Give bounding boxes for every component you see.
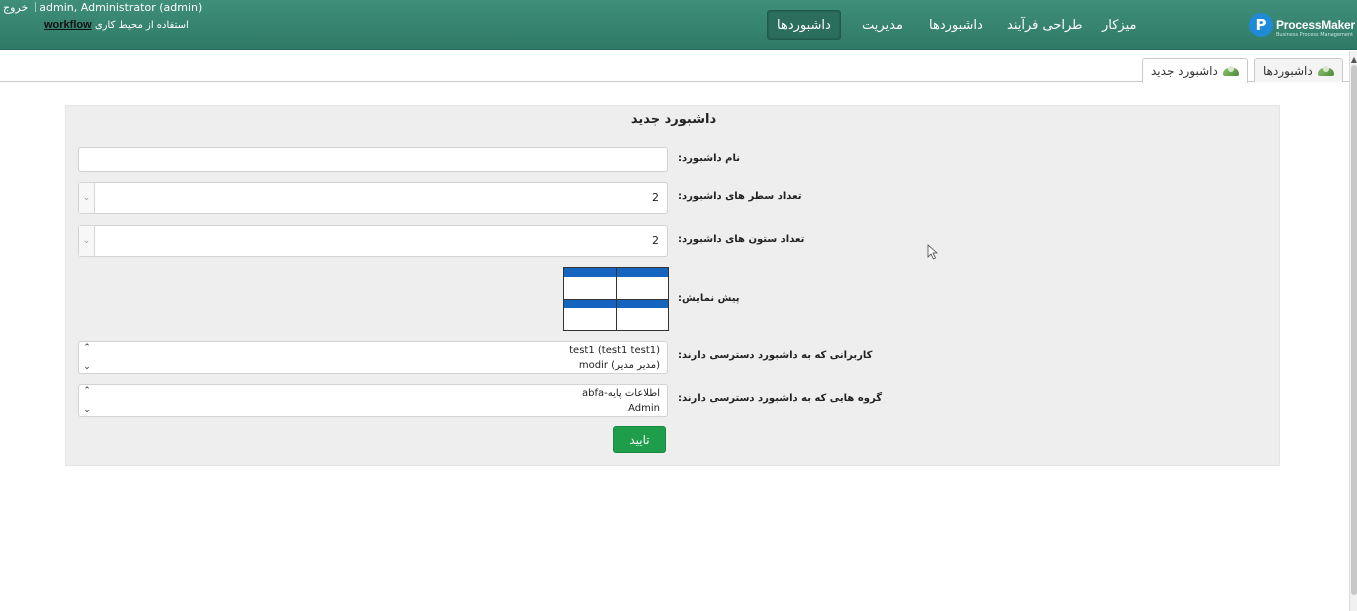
tab-label: داشبوردها xyxy=(1263,63,1313,78)
workspace-link[interactable]: workflow xyxy=(44,19,92,31)
groups-label: گروه هایی که به داشبورد دسترسی دارند: xyxy=(678,393,883,404)
nav-label: میزکار xyxy=(1102,17,1137,33)
nav-label: داشبوردها xyxy=(929,17,983,33)
rows-label: تعداد سطر های داشبورد: xyxy=(678,191,802,202)
logo-text: ProcessMaker xyxy=(1276,18,1355,32)
users-listbox[interactable]: ⌃ ⌄ test1 (test1 test1) modir (مدیر مدیر… xyxy=(78,341,668,374)
tab-dashboards[interactable]: داشبوردها xyxy=(1254,58,1343,82)
list-arrows[interactable]: ⌃ ⌄ xyxy=(79,385,95,416)
workspace-prefix: استفاده از محیط کاری xyxy=(94,20,189,31)
dashboard-name-input[interactable] xyxy=(78,147,668,172)
chevron-down-icon[interactable]: ⌄ xyxy=(79,183,95,213)
logo-icon: P xyxy=(1249,13,1273,37)
vertical-scrollbar[interactable]: ▲ xyxy=(1349,51,1357,611)
dashboard-icon xyxy=(1317,65,1334,76)
cols-value: 2 xyxy=(652,234,659,247)
scroll-up-icon[interactable]: ▲ xyxy=(1350,55,1357,64)
nav-home[interactable]: میزکار xyxy=(1102,10,1137,40)
logo-subtext: Business Process Management xyxy=(1276,32,1354,38)
preview-divider xyxy=(616,268,617,330)
user-label: admin, Administrator (admin) xyxy=(39,0,203,14)
list-item[interactable]: abfa-اطلاعات پایه xyxy=(582,388,660,399)
nav-admin[interactable]: مدیریت xyxy=(862,10,903,40)
nav-label: داشبوردها xyxy=(777,17,831,33)
logout-link[interactable]: خروج xyxy=(0,1,32,14)
layout-preview xyxy=(563,267,669,331)
nav-label: مدیریت xyxy=(862,17,903,33)
rows-combo[interactable]: ⌄ 2 xyxy=(78,182,668,214)
rows-value: 2 xyxy=(652,191,659,204)
users-label: کاربرانی که به داشبورد دسترسی دارند: xyxy=(678,350,873,361)
tab-label: داشبورد جدید xyxy=(1151,64,1218,78)
scroll-thumb[interactable] xyxy=(1351,65,1357,595)
separator xyxy=(35,2,37,12)
groups-listbox[interactable]: ⌃ ⌄ abfa-اطلاعات پایه Admin xyxy=(78,384,668,417)
nav-dashboards-active[interactable]: داشبوردها xyxy=(767,10,841,40)
cols-label: تعداد ستون های داشبورد: xyxy=(678,234,805,245)
tab-bar: داشبورد جدید داشبوردها xyxy=(0,51,1349,83)
cols-combo[interactable]: ⌄ 2 xyxy=(78,225,668,257)
list-item[interactable]: Admin xyxy=(628,403,660,414)
workspace-info: استفاده از محیط کاری workflow xyxy=(44,19,189,31)
top-bar: خروج admin, Administrator (admin) استفاد… xyxy=(0,0,1357,50)
nav-label: طراحی فرآیند xyxy=(1007,17,1083,33)
dashboard-name-label: نام داشبورد: xyxy=(678,153,740,164)
nav-process-design[interactable]: طراحی فرآیند xyxy=(1007,10,1083,40)
preview-label: پیش نمایش: xyxy=(678,293,740,304)
chevron-down-icon[interactable]: ⌄ xyxy=(83,362,91,372)
chevron-down-icon[interactable]: ⌄ xyxy=(79,226,95,256)
submit-button[interactable]: تایید xyxy=(613,426,666,453)
chevron-down-icon[interactable]: ⌄ xyxy=(83,405,91,415)
nav-dashboards[interactable]: داشبوردها xyxy=(929,10,983,40)
list-item[interactable]: modir (مدیر مدیر) xyxy=(579,360,660,371)
mouse-cursor-icon xyxy=(927,244,939,260)
list-item[interactable]: test1 (test1 test1) xyxy=(569,345,660,356)
chevron-up-icon[interactable]: ⌃ xyxy=(83,343,91,353)
user-info: خروج admin, Administrator (admin) xyxy=(0,0,202,14)
tab-new-dashboard[interactable]: داشبورد جدید xyxy=(1142,58,1248,83)
dashboard-icon xyxy=(1222,66,1239,76)
panel-title: داشبورد جدید xyxy=(630,112,717,127)
list-arrows[interactable]: ⌃ ⌄ xyxy=(79,342,95,373)
logo[interactable]: P ProcessMaker® Business Process Managem… xyxy=(1249,12,1357,38)
new-dashboard-panel: داشبورد جدید نام داشبورد: ⌄ 2 تعداد سطر … xyxy=(65,105,1280,466)
chevron-up-icon[interactable]: ⌃ xyxy=(83,386,91,396)
